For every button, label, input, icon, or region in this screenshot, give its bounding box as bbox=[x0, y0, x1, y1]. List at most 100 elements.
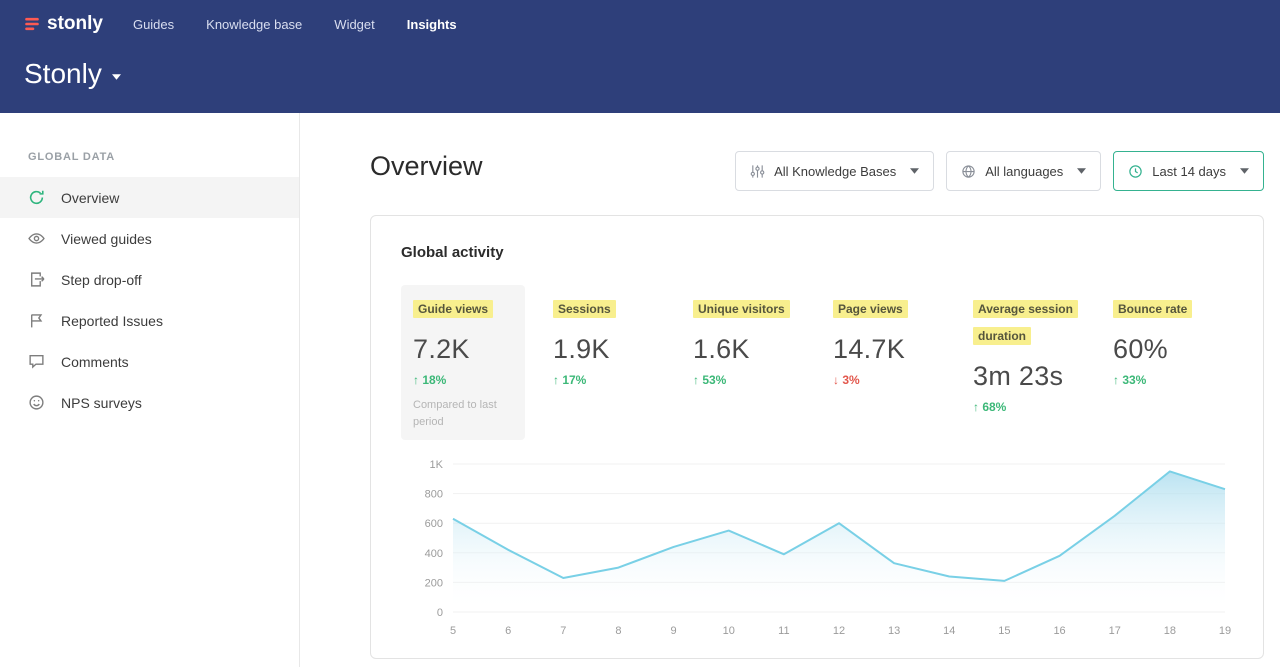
svg-text:16: 16 bbox=[1053, 625, 1065, 637]
svg-text:14: 14 bbox=[943, 625, 955, 637]
svg-text:10: 10 bbox=[723, 625, 735, 637]
metric-guide-views[interactable]: Guide views 7.2K ↑ 18% Compared to last … bbox=[401, 285, 525, 440]
svg-text:11: 11 bbox=[778, 625, 789, 637]
sidebar-item-overview[interactable]: Overview bbox=[0, 177, 299, 218]
metrics-row: Guide views 7.2K ↑ 18% Compared to last … bbox=[401, 285, 1233, 440]
global-activity-chart: 0 200 400 600 800 1K 5 6 7 8 9 10 11 12 13 14 15 16 17 18 19 bbox=[401, 454, 1233, 642]
metric-value: 14.7K bbox=[833, 334, 933, 365]
filter-all-knowledge-bases[interactable]: All Knowledge Bases bbox=[735, 151, 934, 191]
comment-icon bbox=[28, 353, 45, 370]
metric-label: Sessions bbox=[553, 295, 653, 322]
step-dropoff-icon bbox=[28, 271, 45, 288]
sidebar-section-label: GLOBAL DATA bbox=[0, 151, 299, 163]
smiley-icon bbox=[28, 394, 45, 411]
top-nav: stonly Guides Knowledge base Widget Insight… bbox=[24, 0, 1256, 42]
logo-text: stonly bbox=[47, 13, 103, 35]
metric-note: Compared to last period bbox=[413, 397, 517, 430]
nav-item-widget[interactable]: Widget bbox=[334, 17, 374, 32]
main-header-row: Overview All Knowledge Bases All languag… bbox=[370, 151, 1264, 191]
nav-item-knowledge-base[interactable]: Knowledge base bbox=[206, 17, 302, 32]
metric-change: ↑ 68% bbox=[973, 400, 1073, 414]
sidebar-item-label: Reported Issues bbox=[61, 313, 163, 329]
metric-value: 1.9K bbox=[553, 334, 653, 365]
sidebar: GLOBAL DATA Overview Viewed guides Step … bbox=[0, 113, 300, 667]
workspace-selector[interactable]: Stonly bbox=[24, 58, 121, 90]
chevron-down-icon bbox=[1077, 168, 1086, 174]
svg-text:19: 19 bbox=[1219, 625, 1231, 637]
sidebar-items: Overview Viewed guides Step drop-off Rep… bbox=[0, 177, 299, 423]
clock-icon bbox=[1128, 164, 1143, 179]
nav-item-guides[interactable]: Guides bbox=[133, 17, 174, 32]
topnav-items: Guides Knowledge base Widget Insights bbox=[133, 17, 457, 32]
metric-value: 7.2K bbox=[413, 334, 513, 365]
sidebar-item-label: NPS surveys bbox=[61, 395, 142, 411]
filter-label: Last 14 days bbox=[1152, 164, 1226, 179]
svg-text:8: 8 bbox=[615, 625, 621, 637]
metric-page-views[interactable]: Page views 14.7K ↓ 3% bbox=[821, 285, 945, 440]
metric-value: 3m 23s bbox=[973, 361, 1073, 392]
metric-label: Bounce rate bbox=[1113, 295, 1213, 322]
svg-text:13: 13 bbox=[888, 625, 900, 637]
svg-text:18: 18 bbox=[1164, 625, 1176, 637]
sidebar-item-label: Viewed guides bbox=[61, 231, 152, 247]
metric-change: ↑ 18% bbox=[413, 373, 513, 387]
metric-value: 60% bbox=[1113, 334, 1213, 365]
svg-text:0: 0 bbox=[437, 607, 443, 619]
nav-item-insights[interactable]: Insights bbox=[407, 17, 457, 32]
sidebar-item-label: Overview bbox=[61, 190, 119, 206]
svg-text:400: 400 bbox=[425, 548, 443, 560]
metric-change: ↓ 3% bbox=[833, 373, 933, 387]
page-layout: GLOBAL DATA Overview Viewed guides Step … bbox=[0, 113, 1280, 667]
app-header: stonly Guides Knowledge base Widget Insight… bbox=[0, 0, 1280, 113]
eye-icon bbox=[28, 230, 45, 247]
global-activity-card: Global activity Guide views 7.2K ↑ 18% C… bbox=[370, 215, 1264, 659]
filter-last-14-days[interactable]: Last 14 days bbox=[1113, 151, 1264, 191]
filters-row: All Knowledge Bases All languages Last 1… bbox=[735, 151, 1264, 191]
flag-icon bbox=[28, 312, 45, 329]
filter-label: All languages bbox=[985, 164, 1063, 179]
sidebar-item-label: Comments bbox=[61, 354, 129, 370]
metric-label: Average session duration bbox=[973, 295, 1073, 349]
stonly-logo-icon bbox=[24, 16, 40, 32]
svg-text:6: 6 bbox=[505, 625, 511, 637]
chevron-down-icon bbox=[1240, 168, 1249, 174]
metric-change: ↑ 53% bbox=[693, 373, 793, 387]
page-title: Overview bbox=[370, 151, 483, 182]
globe-icon bbox=[961, 164, 976, 179]
metric-change: ↑ 33% bbox=[1113, 373, 1213, 387]
sidebar-item-reported-issues[interactable]: Reported Issues bbox=[0, 300, 299, 341]
metric-value: 1.6K bbox=[693, 334, 793, 365]
workspace-name: Stonly bbox=[24, 58, 102, 90]
sidebar-item-nps-surveys[interactable]: NPS surveys bbox=[0, 382, 299, 423]
chevron-down-icon bbox=[112, 74, 121, 80]
chevron-down-icon bbox=[910, 168, 919, 174]
filter-all-languages[interactable]: All languages bbox=[946, 151, 1101, 191]
svg-text:1K: 1K bbox=[430, 459, 444, 471]
svg-text:15: 15 bbox=[998, 625, 1010, 637]
svg-text:200: 200 bbox=[425, 578, 443, 590]
card-title: Global activity bbox=[401, 244, 1233, 261]
svg-text:9: 9 bbox=[671, 625, 677, 637]
metric-average-session-duration[interactable]: Average session duration 3m 23s ↑ 68% bbox=[961, 285, 1085, 440]
metric-label: Page views bbox=[833, 295, 933, 322]
svg-text:7: 7 bbox=[560, 625, 566, 637]
metric-sessions[interactable]: Sessions 1.9K ↑ 17% bbox=[541, 285, 665, 440]
metric-unique-visitors[interactable]: Unique visitors 1.6K ↑ 53% bbox=[681, 285, 805, 440]
filter-label: All Knowledge Bases bbox=[774, 164, 896, 179]
sidebar-item-label: Step drop-off bbox=[61, 272, 142, 288]
svg-text:5: 5 bbox=[450, 625, 456, 637]
main-content: Overview All Knowledge Bases All languag… bbox=[300, 113, 1280, 667]
sidebar-item-viewed-guides[interactable]: Viewed guides bbox=[0, 218, 299, 259]
svg-text:17: 17 bbox=[1109, 625, 1121, 637]
svg-text:600: 600 bbox=[425, 518, 443, 530]
metric-label: Guide views bbox=[413, 295, 513, 322]
overview-icon bbox=[28, 189, 45, 206]
stonly-logo[interactable]: stonly bbox=[24, 13, 103, 35]
sidebar-item-comments[interactable]: Comments bbox=[0, 341, 299, 382]
metric-label: Unique visitors bbox=[693, 295, 793, 322]
svg-text:800: 800 bbox=[425, 489, 443, 501]
sidebar-item-step-drop-off[interactable]: Step drop-off bbox=[0, 259, 299, 300]
svg-text:12: 12 bbox=[833, 625, 845, 637]
knowledge-base-filter-icon bbox=[750, 164, 765, 179]
metric-bounce-rate[interactable]: Bounce rate 60% ↑ 33% bbox=[1101, 285, 1225, 440]
